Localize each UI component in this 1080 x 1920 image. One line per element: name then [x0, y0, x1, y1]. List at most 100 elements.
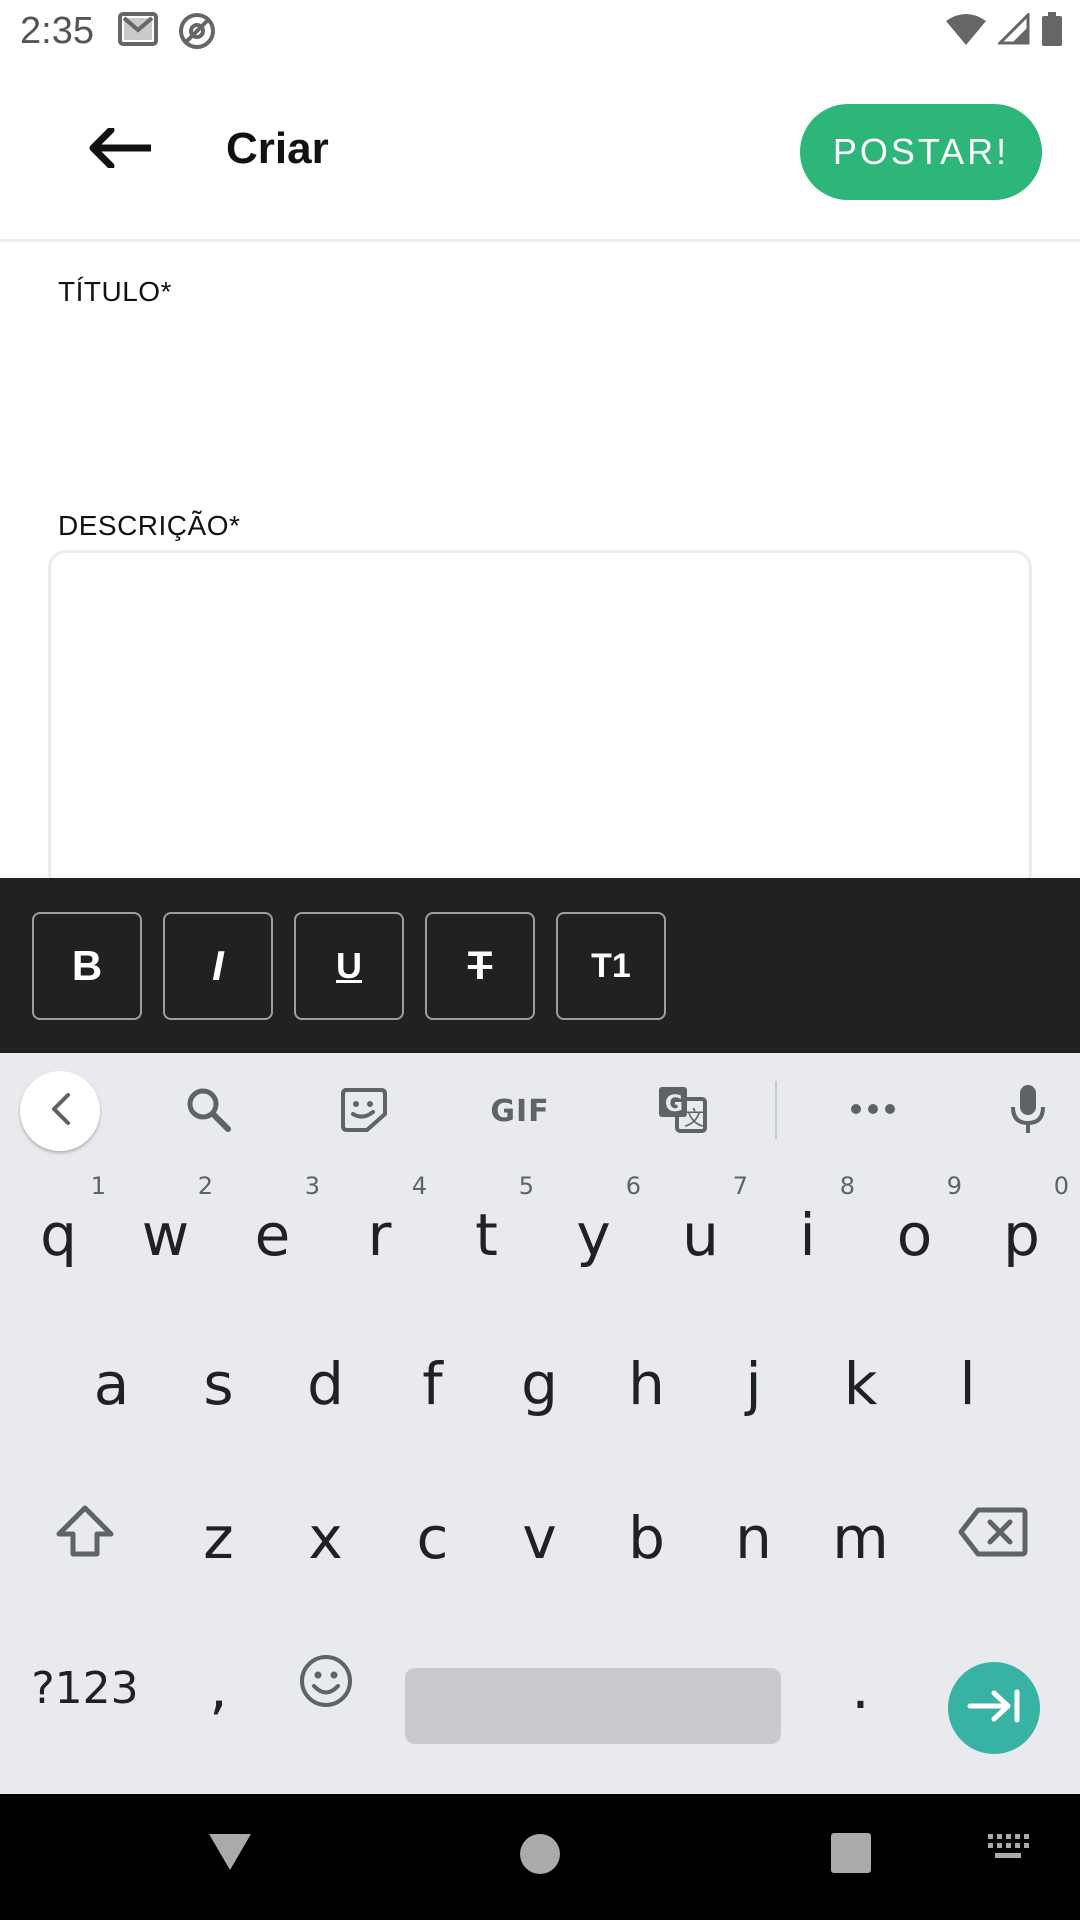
title-label: TÍTULO*	[58, 276, 172, 307]
bold-button[interactable]: B	[32, 912, 142, 1020]
shift-icon	[55, 1504, 115, 1572]
more-horizontal-icon	[850, 1102, 896, 1120]
key-hint: 2	[197, 1172, 213, 1200]
keyboard-translate-button[interactable]: G文	[655, 1083, 709, 1139]
strikethrough-button[interactable]: T	[425, 912, 535, 1020]
keyboard-sticker-button[interactable]	[337, 1083, 389, 1139]
title-input[interactable]	[58, 320, 1018, 470]
key-label: s	[203, 1350, 234, 1418]
tab-next-icon	[966, 1688, 1022, 1729]
key-label: j	[745, 1350, 762, 1418]
key-o[interactable]: o9	[861, 1170, 968, 1300]
key-n[interactable]: n	[700, 1473, 807, 1603]
keyboard-more-button[interactable]	[848, 1083, 898, 1139]
subscript-icon: T1	[591, 946, 631, 985]
key-i[interactable]: i8	[754, 1170, 861, 1300]
key-label: y	[576, 1201, 611, 1269]
key-a[interactable]: a	[58, 1319, 165, 1449]
sticker-icon	[339, 1086, 387, 1137]
nav-back-triangle-icon	[207, 1832, 253, 1877]
nav-keyboard-button[interactable]	[986, 1832, 1030, 1867]
key-l[interactable]: l	[914, 1319, 1021, 1449]
key-r[interactable]: r4	[326, 1170, 433, 1300]
key-hint: 5	[518, 1172, 534, 1200]
key-g[interactable]: g	[486, 1319, 593, 1449]
nav-recents-button[interactable]	[830, 1832, 872, 1879]
key-hint: 0	[1053, 1172, 1069, 1200]
key-w[interactable]: w2	[112, 1170, 219, 1300]
key-label: h	[628, 1350, 665, 1418]
key-label: p	[1003, 1201, 1040, 1269]
description-label: DESCRIÇÃO*	[58, 510, 241, 541]
key-m[interactable]: m	[807, 1473, 914, 1603]
enter-key[interactable]	[948, 1662, 1040, 1754]
post-button[interactable]: POSTAR!	[800, 104, 1042, 200]
key-label: b	[628, 1504, 665, 1572]
keyboard-mic-button[interactable]	[1006, 1083, 1050, 1139]
key-hint: 3	[304, 1172, 320, 1200]
keyboard-search-button[interactable]	[180, 1083, 236, 1139]
nav-back-button[interactable]	[205, 1832, 255, 1877]
italic-icon: I	[212, 942, 224, 989]
key-label: t	[475, 1201, 498, 1269]
svg-text:G: G	[665, 1092, 683, 1117]
key-j[interactable]: j	[700, 1319, 807, 1449]
comma-key[interactable]: ,	[165, 1623, 272, 1753]
microphone-icon	[1010, 1083, 1046, 1140]
keyboard-gif-button[interactable]: GIF	[482, 1083, 558, 1139]
battery-icon	[1042, 12, 1062, 51]
key-f[interactable]: f	[379, 1319, 486, 1449]
underline-icon: U	[336, 945, 362, 986]
key-b[interactable]: b	[593, 1473, 700, 1603]
underline-button[interactable]: U	[294, 912, 404, 1020]
key-y[interactable]: y6	[540, 1170, 647, 1300]
key-label: w	[141, 1201, 190, 1269]
key-label: i	[799, 1201, 816, 1269]
backspace-key[interactable]	[938, 1473, 1048, 1603]
key-label: q	[40, 1201, 77, 1269]
key-c[interactable]: c	[379, 1473, 486, 1603]
key-p[interactable]: p0	[968, 1170, 1075, 1300]
key-z[interactable]: z	[165, 1473, 272, 1603]
navigation-bar	[0, 1794, 1080, 1920]
key-label: k	[843, 1350, 878, 1418]
keyboard-collapse-button[interactable]	[20, 1071, 100, 1151]
key-hint: 1	[90, 1172, 106, 1200]
key-label: l	[959, 1350, 976, 1418]
nav-home-button[interactable]	[518, 1832, 562, 1881]
key-e[interactable]: e3	[219, 1170, 326, 1300]
key-v[interactable]: v	[486, 1473, 593, 1603]
gmail-icon	[118, 12, 158, 55]
at-sign-icon	[178, 12, 216, 55]
arrow-left-icon	[87, 126, 153, 173]
key-u[interactable]: u7	[647, 1170, 754, 1300]
key-q[interactable]: q1	[5, 1170, 112, 1300]
svg-text:文: 文	[684, 1106, 704, 1130]
back-button[interactable]	[80, 120, 160, 180]
key-label: c	[416, 1504, 449, 1572]
key-t[interactable]: t5	[433, 1170, 540, 1300]
format-toolbar: B I U T T1	[0, 878, 1080, 1053]
symbols-key[interactable]: ?123	[20, 1623, 150, 1753]
key-d[interactable]: d	[272, 1319, 379, 1449]
key-k[interactable]: k	[807, 1319, 914, 1449]
key-s[interactable]: s	[165, 1319, 272, 1449]
period-key[interactable]: .	[807, 1623, 914, 1753]
key-h[interactable]: h	[593, 1319, 700, 1449]
status-time: 2:35	[20, 10, 94, 52]
subscript-button[interactable]: T1	[556, 912, 666, 1020]
shift-key[interactable]	[30, 1473, 140, 1603]
key-label: m	[832, 1504, 889, 1572]
emoji-key[interactable]	[272, 1623, 379, 1753]
key-label: o	[896, 1201, 933, 1269]
italic-button[interactable]: I	[163, 912, 273, 1020]
key-label: f	[422, 1350, 443, 1418]
key-label: r	[367, 1201, 392, 1269]
description-input[interactable]	[48, 550, 1032, 890]
space-key[interactable]	[405, 1668, 781, 1744]
translate-icon: G文	[657, 1085, 707, 1138]
emoji-icon	[298, 1653, 354, 1723]
nav-recents-square-icon	[830, 1832, 872, 1879]
key-label: d	[307, 1350, 344, 1418]
key-x[interactable]: x	[272, 1473, 379, 1603]
